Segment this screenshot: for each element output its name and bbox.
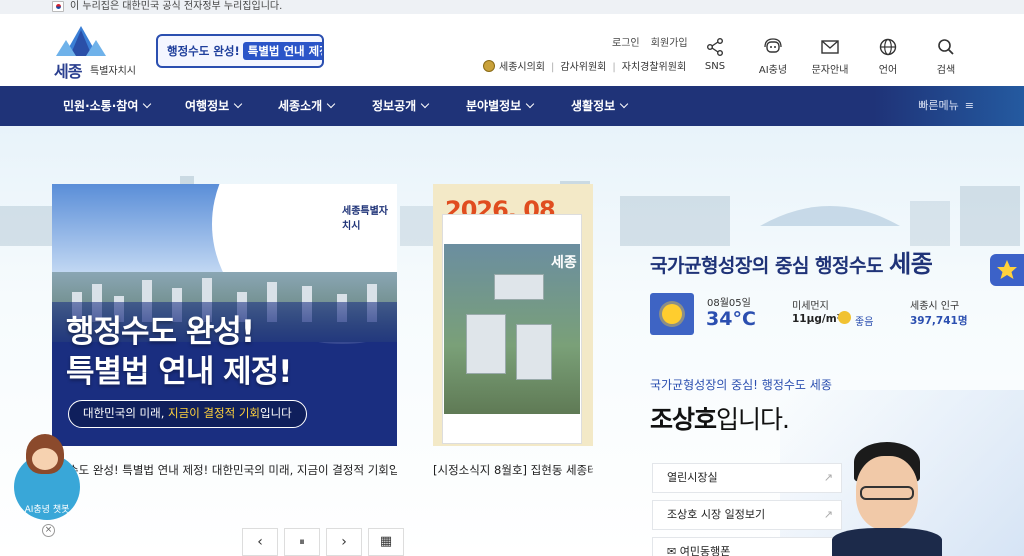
open-mayor-office-label: 열린시장실 — [667, 471, 718, 484]
korea-flag-icon — [52, 1, 64, 12]
slide-view-all-button[interactable]: ▦ — [368, 528, 404, 556]
mayor-name: 조상호 — [650, 405, 717, 434]
promo-badge-highlight: 특별법 연내 제정! — [242, 42, 322, 60]
population-label: 세종시 인구 — [910, 301, 960, 312]
slide-headline-1: 행정수도 완성! — [66, 314, 255, 350]
signup-link[interactable]: 회원가입 — [651, 38, 688, 49]
banner-slide-newsletter[interactable]: 2026. 08 세종 — [433, 184, 593, 446]
favorite-star-button[interactable] — [990, 254, 1024, 286]
mayor-greeting-suffix: 입니다. — [716, 405, 790, 434]
mayor-greeting: 조상호입니다. — [650, 400, 790, 436]
login-link[interactable]: 로그인 — [612, 38, 640, 49]
council-emblem-icon — [483, 60, 495, 72]
language-button[interactable]: 언어 — [863, 38, 913, 76]
slide-headline-2: 특별법 연내 제정! — [66, 354, 292, 390]
nav-living[interactable]: 생활정보 — [571, 86, 627, 126]
mayor-schedule-link[interactable]: 조상호 시장 일정보기 ↗ — [652, 500, 842, 530]
good-air-smile-icon — [838, 311, 851, 324]
sunny-weather-icon — [650, 293, 694, 335]
star-icon — [997, 260, 1017, 279]
police-committee-link[interactable]: 자치경찰위원회 — [622, 62, 686, 73]
fine-dust-label: 미세먼지 — [792, 301, 829, 312]
population-value: 397,741명 — [910, 315, 968, 327]
ai-assistant-icon — [764, 38, 782, 53]
nav-travel[interactable]: 여행정보 — [185, 86, 241, 126]
fast-menu-button[interactable]: 빠른메뉴 ≡ — [918, 86, 974, 126]
search-icon — [938, 39, 954, 55]
hamburger-icon: ≡ — [964, 99, 974, 112]
yeomin-phone-link[interactable]: ✉ 여민동행폰 — [652, 537, 842, 556]
city-slogan: 국가균형성장의 중심 행정수도 세종 — [650, 244, 933, 279]
slogan-city: 세종 — [889, 250, 933, 278]
search-label: 검색 — [936, 65, 956, 76]
slide-next-button[interactable]: › — [326, 528, 362, 556]
mail-icon: ✉ — [667, 545, 680, 556]
gov-banner: 이 누리집은 대한민국 공식 전자정부 누리집입니다. — [0, 0, 1024, 14]
chatbot-close-button[interactable]: × — [42, 524, 55, 537]
mayor-schedule-label: 조상호 시장 일정보기 — [667, 508, 766, 521]
sms-service-label: 문자안내 — [811, 65, 849, 76]
sns-label: SNS — [704, 61, 726, 72]
util-top-links: 로그인 회원가입 — [612, 34, 696, 49]
search-button[interactable]: 검색 — [921, 38, 971, 76]
newsletter-mark: 세종 — [551, 255, 577, 271]
mail-icon — [821, 40, 839, 54]
ai-chatbot-button[interactable]: AI충녕 챗봇 — [14, 434, 84, 524]
main-navigation: 민원·소통·참여 여행정보 세종소개 정보공개 분야별정보 생활정보 빠른메뉴 ≡ — [0, 86, 1024, 126]
slogan-text: 국가균형성장의 중심 행정수도 — [650, 255, 883, 277]
slide-pause-button[interactable]: ⏸ — [284, 528, 320, 556]
logo-name: 세종 — [54, 62, 82, 81]
mayor-subtitle: 국가균형성장의 중심! 행정수도 세종 — [650, 378, 832, 392]
audit-link[interactable]: 감사위원회 — [560, 62, 606, 73]
pill-text-post: 입니다 — [259, 406, 292, 420]
share-icon — [707, 38, 723, 56]
slide-caption-1[interactable]: 수도 완성! 특별법 연내 제정! 대한민국의 미래, 지금이 결정적 기회입니 — [52, 462, 397, 478]
sms-service-button[interactable]: 문자안내 — [805, 38, 855, 76]
council-link[interactable]: 세종시의회 — [499, 62, 545, 73]
nav-by-field[interactable]: 분야별정보 — [466, 86, 533, 126]
ai-chungnyeong-button[interactable]: AI충녕 — [748, 38, 798, 76]
logo-subname: 특별자치시 — [90, 66, 136, 77]
yeomin-phone-label: 여민동행폰 — [679, 545, 731, 556]
banner-slide-special-law[interactable]: 세종특별자치시 행정수도 완성! 특별법 연내 제정! 대한민국의 미래, 지금… — [52, 184, 397, 446]
weather-temperature: 34°C — [706, 308, 756, 330]
nav-civil-service[interactable]: 민원·소통·참여 — [63, 86, 150, 126]
language-label: 언어 — [878, 65, 898, 76]
mayor-portrait — [832, 442, 942, 556]
nav-information[interactable]: 정보공개 — [372, 86, 428, 126]
header: 세종 특별자치시 행정수도 완성!특별법 연내 제정! 로그인 회원가입 세종시… — [0, 14, 1024, 86]
pill-text-pre: 대한민국의 미래, — [83, 406, 165, 420]
fine-dust-grade: 좋음 — [855, 317, 874, 328]
open-mayor-office-link[interactable]: 열린시장실 ↗ — [652, 463, 842, 493]
sejong-logo[interactable]: 세종 특별자치시 — [52, 26, 144, 81]
slide-subtitle-pill: 대한민국의 미래, 지금이 결정적 기회입니다 — [68, 400, 307, 428]
promo-badge-text: 행정수도 완성! — [167, 44, 240, 58]
weather-date: 08월05일 — [707, 298, 751, 309]
util-bottom-links: 세종시의회 | 감사위원회 | 자치경찰위원회 — [483, 58, 686, 73]
globe-icon — [879, 38, 897, 56]
gov-banner-text: 이 누리집은 대한민국 공식 전자정부 누리집입니다. — [70, 1, 283, 12]
fast-menu-label: 빠른메뉴 — [918, 99, 959, 112]
slide-logo: 세종특별자치시 — [342, 206, 388, 232]
slide-caption-2[interactable]: [시정소식지 8월호] 집현동 세종테크 — [433, 462, 593, 478]
promo-badge[interactable]: 행정수도 완성!특별법 연내 제정! — [156, 34, 324, 68]
sns-button[interactable]: SNS — [690, 38, 740, 72]
sejong-logo-mark-icon — [56, 26, 106, 56]
ai-chungnyeong-label: AI충녕 — [758, 65, 788, 76]
slide-prev-button[interactable]: ‹ — [242, 528, 278, 556]
fine-dust-value: 11μg/m³ — [792, 313, 842, 325]
pill-text-highlight: 지금이 결정적 기회 — [168, 406, 260, 420]
chatbot-label: AI충녕 챗봇 — [24, 505, 70, 515]
nav-about-sejong[interactable]: 세종소개 — [278, 86, 334, 126]
